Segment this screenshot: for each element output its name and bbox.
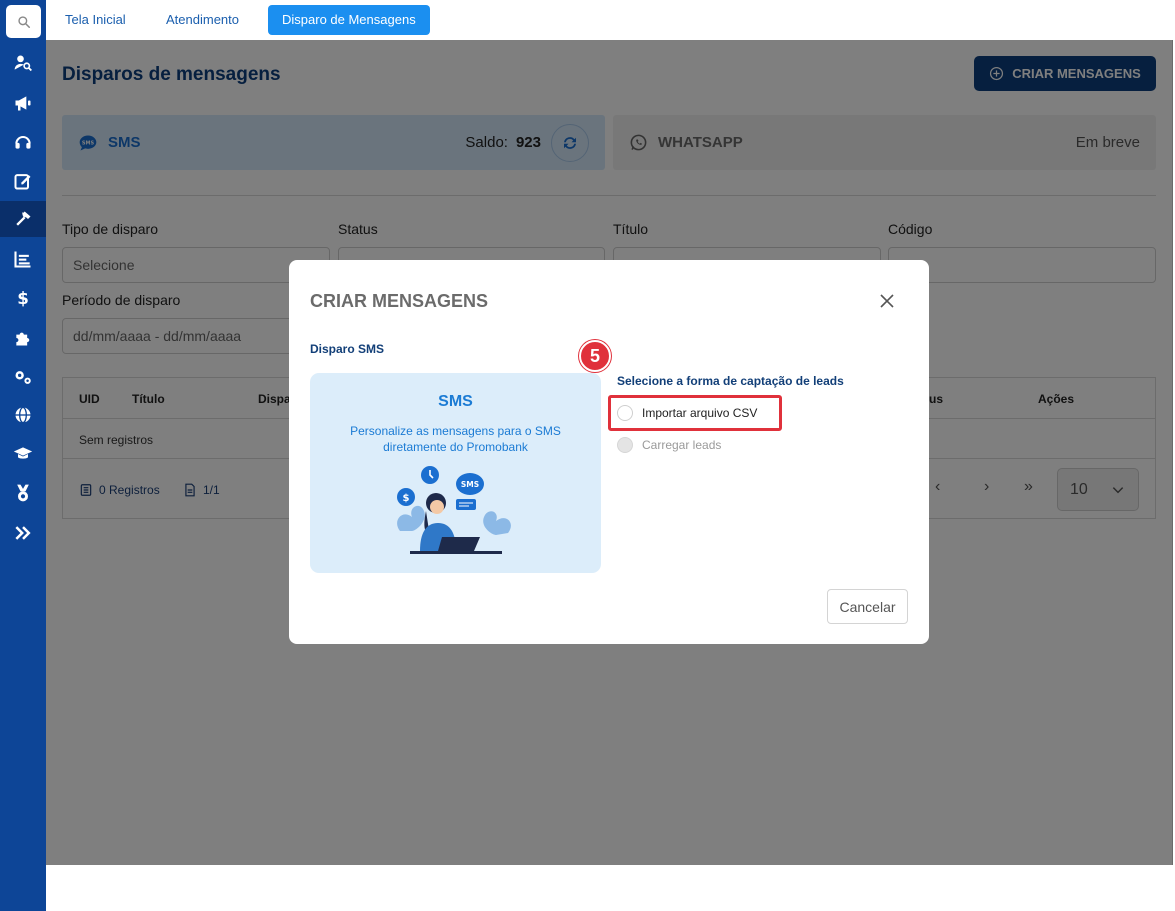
load-leads-radio [617, 437, 633, 453]
svg-text:$: $ [17, 289, 29, 308]
chart-icon [14, 251, 31, 268]
sidebar-item-users[interactable] [0, 45, 46, 81]
create-messages-modal: CRIAR MENSAGENS Disparo SMS SMS Personal… [289, 260, 929, 644]
illus-bubble-text: SMS [461, 480, 479, 489]
sidebar-item-tools[interactable] [0, 201, 46, 237]
sidebar-search-button[interactable] [6, 5, 41, 38]
leads-title: Selecione a forma de captação de leads [617, 374, 844, 388]
sms-card-title: SMS [438, 393, 473, 410]
sidebar-item-reports[interactable] [0, 241, 46, 277]
tab-tela-inicial[interactable]: Tela Inicial [51, 5, 140, 35]
user-search-icon [14, 55, 32, 72]
dollar-icon: $ [17, 289, 29, 308]
close-icon[interactable] [878, 292, 896, 310]
sidebar-item-integrations[interactable] [0, 320, 46, 356]
modal-title: CRIAR MENSAGENS [310, 291, 489, 311]
sidebar-item-web[interactable] [0, 397, 46, 433]
hammer-icon [16, 211, 31, 226]
megaphone-icon [15, 96, 31, 111]
option-load-leads: Carregar leads [617, 437, 721, 453]
headset-icon [15, 135, 31, 149]
svg-text:$: $ [403, 493, 410, 504]
tab-bar: Tela Inicial Atendimento Disparo de Mens… [46, 0, 1175, 40]
step-badge: 5 [579, 340, 611, 372]
tab-disparo-mensagens[interactable]: Disparo de Mensagens [268, 5, 430, 35]
tab-atendimento[interactable]: Atendimento [152, 5, 253, 35]
edit-icon [14, 174, 31, 190]
search-icon [17, 15, 30, 28]
sidebar: $ [0, 0, 46, 911]
sidebar-item-training[interactable] [0, 436, 46, 472]
globe-icon [15, 406, 31, 424]
modal-subtitle: Disparo SMS [310, 342, 385, 356]
step-highlight-box [608, 395, 782, 431]
medal-icon [17, 484, 29, 502]
puzzle-icon [16, 332, 30, 346]
gears-icon [15, 371, 31, 384]
graduation-cap-icon [13, 447, 33, 459]
sidebar-item-settings[interactable] [0, 359, 46, 395]
sms-card-description: Personalize as mensagens para o SMS dire… [350, 424, 561, 454]
expand-icon [15, 526, 31, 540]
sidebar-item-campaigns[interactable] [0, 85, 46, 121]
sms-card[interactable]: SMS Personalize as mensagens para o SMS … [310, 373, 601, 573]
sidebar-expand-button[interactable] [0, 515, 46, 551]
sidebar-item-support[interactable] [0, 124, 46, 160]
sms-illustration: $ SMS [397, 466, 511, 554]
sidebar-item-finance[interactable]: $ [0, 280, 46, 316]
sidebar-item-awards[interactable] [0, 475, 46, 511]
cancel-button[interactable]: Cancelar [827, 589, 908, 624]
load-leads-label: Carregar leads [642, 438, 722, 452]
sidebar-item-edit[interactable] [0, 163, 46, 199]
